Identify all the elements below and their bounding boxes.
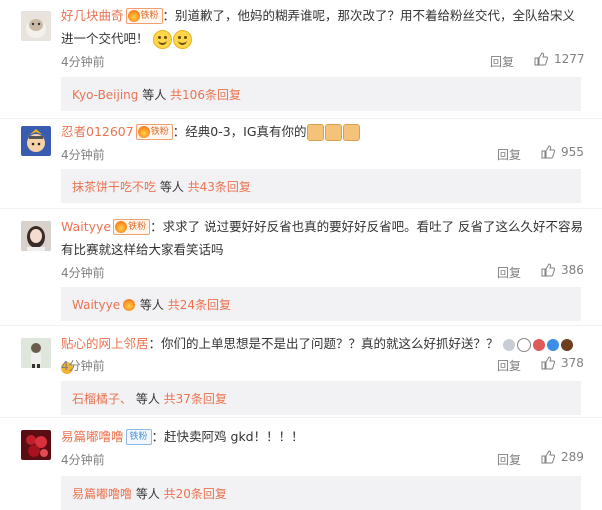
person-avatar-icon [21, 338, 51, 368]
like-count: 386 [561, 263, 584, 277]
thumbs-up-emoji-icon [324, 124, 342, 141]
fan-badge: 铁粉 [125, 428, 152, 445]
comment-username[interactable]: Waityye [61, 219, 111, 234]
comment-content: ：赶快卖阿鸡 gkd！！！！ [151, 429, 304, 444]
comment-time: 4分钟前 [61, 266, 105, 280]
thumbs-up-emoji-icon [342, 124, 360, 141]
more-replies-link[interactable]: 共106条回复 [170, 88, 241, 102]
replies-summary[interactable]: Waityye 等人 共24条回复 [61, 287, 581, 321]
comment-username[interactable]: 好几块曲奇 [61, 8, 124, 23]
comment-time: 4分钟前 [61, 55, 105, 69]
flame-icon [115, 220, 128, 233]
like-button[interactable]: 955 [541, 144, 584, 160]
like-button[interactable]: 378 [541, 355, 584, 371]
flower-avatar-icon [21, 430, 51, 460]
reply-button[interactable]: 回复 [497, 451, 521, 468]
divider [0, 417, 602, 418]
divider [0, 208, 602, 209]
flame-icon [127, 9, 140, 22]
replies-summary[interactable]: Kyo-Beijing 等人 共106条回复 [61, 77, 581, 111]
anime-avatar-icon [21, 126, 51, 156]
avatar[interactable] [21, 126, 51, 156]
replies-summary[interactable]: 抹茶饼干吃不吃 等人 共43条回复 [61, 169, 581, 203]
more-replies-link[interactable]: 共37条回复 [164, 392, 227, 406]
thumbs-up-icon [534, 51, 549, 65]
more-replies-link[interactable]: 共24条回复 [168, 298, 231, 312]
comment-content: ：你们的上单思想是不是出了问题？？真的就这么好抓好送？？ [148, 336, 499, 351]
fan-badge: 铁粉 [135, 123, 173, 140]
replies-summary[interactable]: 易篇嘟噜噜 等人 共20条回复 [61, 476, 581, 510]
comment-text: 忍者012607 铁粉 ：经典0-3，IG真有你的 [61, 120, 586, 143]
reply-username[interactable]: Kyo-Beijing [72, 88, 138, 102]
like-button[interactable]: 1277 [534, 51, 585, 67]
reply-button[interactable]: 回复 [490, 53, 514, 70]
like-count: 955 [561, 145, 584, 159]
smile-emoji-icon [152, 30, 172, 49]
fan-badge: 铁粉 [113, 218, 151, 235]
avatar[interactable] [21, 11, 51, 41]
divider [0, 325, 602, 326]
comment-text: 好几块曲奇 铁粉 ：别道歉了，他妈的糊弄谁呢，那次改了？用不着给粉丝交代，全队给宋义… [61, 4, 586, 50]
thumbs-up-icon [541, 355, 556, 369]
comment-username[interactable]: 忍者012607 [61, 124, 134, 139]
fan-badge: 铁粉 [125, 7, 163, 24]
like-count: 378 [561, 356, 584, 370]
like-button[interactable]: 386 [541, 262, 584, 278]
replies-summary[interactable]: 石榴橘子、 等人 共37条回复 [61, 381, 581, 415]
avatar[interactable] [21, 338, 51, 368]
thumbs-up-icon [541, 449, 556, 463]
reply-button[interactable]: 回复 [497, 357, 521, 374]
like-count: 1277 [554, 52, 585, 66]
comment-time: 4分钟前 [61, 148, 105, 162]
reply-username[interactable]: Waityye [72, 298, 120, 312]
like-count: 289 [561, 450, 584, 464]
comment-text: 易篇嘟噜噜 铁粉 ：赶快卖阿鸡 gkd！！！！ [61, 425, 586, 448]
rocket-emoji-icon [502, 338, 515, 351]
reply-username[interactable]: 石榴橘子、 [72, 392, 132, 406]
avatar[interactable] [21, 430, 51, 460]
syringe-emoji-icon [532, 338, 545, 351]
comment-time: 4分钟前 [61, 453, 105, 467]
cat-avatar-icon [21, 11, 51, 41]
comment-username[interactable]: 易篇嘟噜噜 [61, 429, 124, 444]
girl-avatar-icon [21, 221, 51, 251]
reply-username[interactable]: 易篇嘟噜噜 [72, 487, 132, 501]
thumbs-up-icon [541, 144, 556, 158]
divider [0, 118, 602, 119]
bull-emoji-icon [560, 338, 573, 351]
thumbs-up-emoji-icon [306, 124, 324, 141]
avatar[interactable] [21, 221, 51, 251]
thumbs-up-icon [541, 262, 556, 276]
comment-time: 4分钟前 [61, 359, 105, 373]
comment-text: Waityye 铁粉 ：求求了 说过要好好反省也真的要好好反省吧。看吐了 反省了这么… [61, 215, 586, 261]
reply-button[interactable]: 回复 [497, 264, 521, 281]
fan-badge [122, 298, 136, 312]
smile-emoji-icon [172, 30, 192, 49]
more-replies-link[interactable]: 共43条回复 [188, 180, 251, 194]
number-four-emoji-icon [516, 337, 531, 352]
more-replies-link[interactable]: 共20条回复 [164, 487, 227, 501]
comment-username[interactable]: 贴心的网上邻居 [61, 336, 149, 351]
reply-username[interactable]: 抹茶饼干吃不吃 [72, 180, 156, 194]
flame-icon [123, 298, 136, 311]
comment-content: ：经典0-3，IG真有你的 [172, 124, 307, 139]
flame-icon [137, 125, 150, 138]
reply-button[interactable]: 回复 [497, 146, 521, 163]
like-button[interactable]: 289 [541, 449, 584, 465]
droplet-emoji-icon [546, 338, 559, 351]
